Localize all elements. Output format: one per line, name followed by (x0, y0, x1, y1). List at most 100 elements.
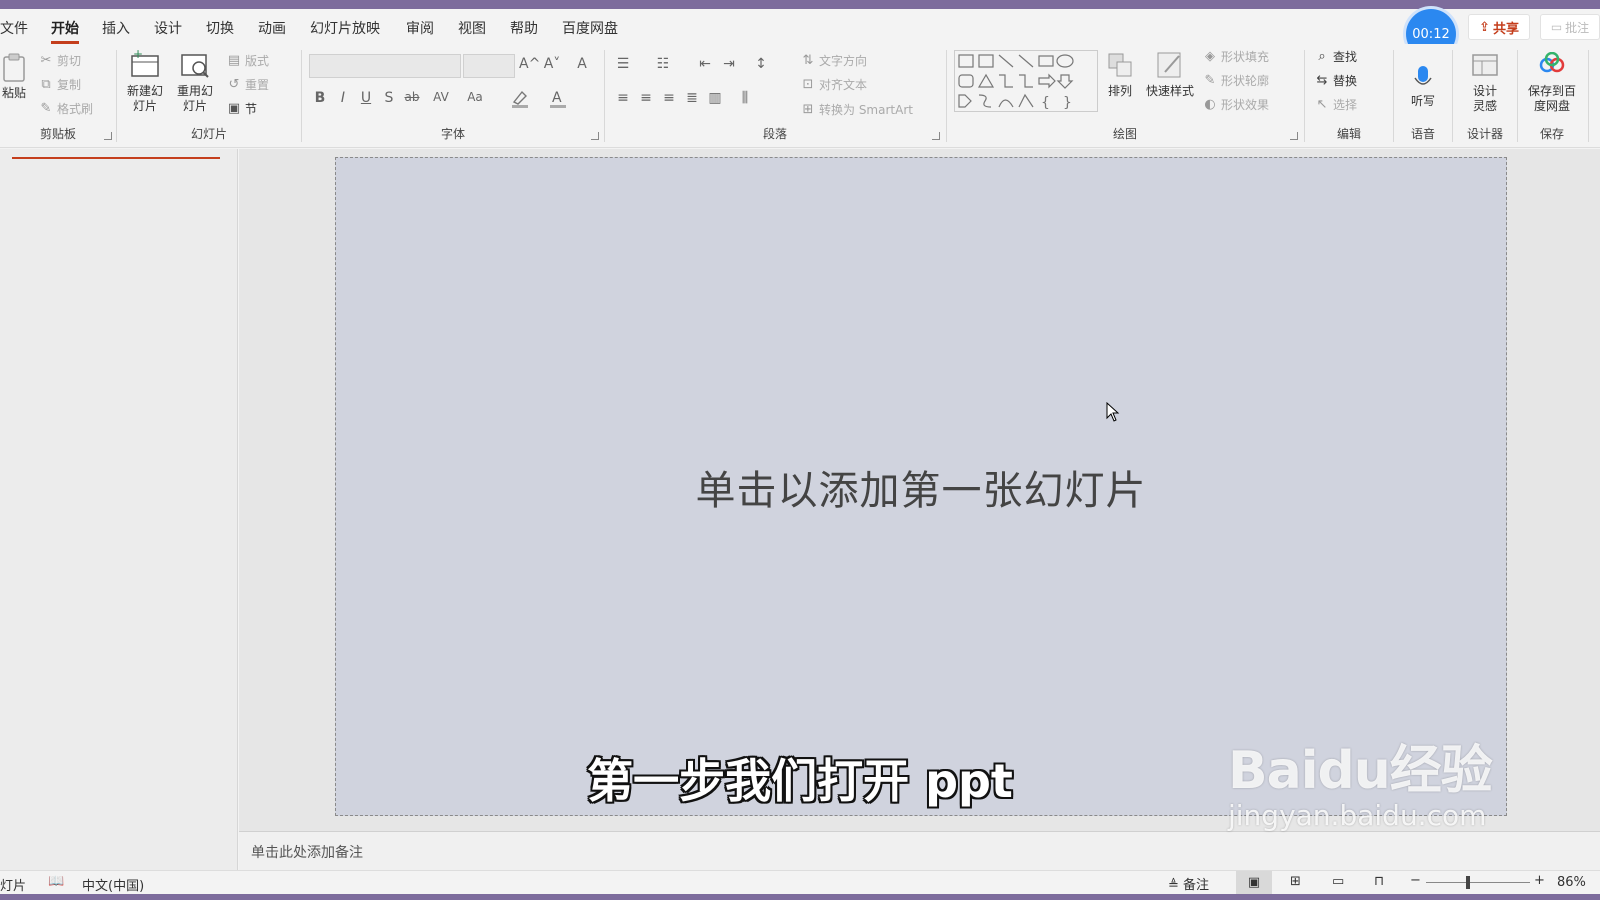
paragraph-launcher-icon[interactable] (932, 132, 940, 140)
justify-icon[interactable]: ≣ (683, 90, 701, 106)
align-center-icon[interactable]: ≡ (637, 90, 655, 106)
slide-sorter-icon[interactable]: ⊞ (1290, 874, 1301, 889)
zoom-slider-thumb[interactable] (1466, 876, 1470, 889)
layout-button[interactable]: ▤ 版式 (226, 52, 269, 69)
language-indicator[interactable]: 中文(中国) (82, 875, 144, 894)
text-direction-button[interactable]: ⇅ 文字方向 (800, 52, 867, 69)
italic-button[interactable]: I (334, 90, 352, 106)
align-text-button[interactable]: ⊡ 对齐文本 (800, 76, 867, 93)
tab-transitions[interactable]: 切换 (206, 18, 234, 38)
slide-count-label: 灯片 (0, 879, 27, 894)
replace-button[interactable]: ⇆ 替换 (1314, 72, 1357, 89)
tab-review[interactable]: 审阅 (406, 18, 434, 38)
quick-styles-button[interactable]: 快速样式 (1142, 48, 1198, 99)
tab-baidu-netdisk[interactable]: 百度网盘 (562, 18, 618, 38)
design-ideas-button[interactable]: 设计灵感 (1462, 48, 1508, 114)
comments-button[interactable]: ▭ 批注 (1540, 14, 1600, 40)
reuse-slides-button[interactable]: 重用幻灯片 (172, 48, 218, 114)
notes-pane[interactable]: 单击此处添加备注 (239, 831, 1600, 870)
zoom-out-icon[interactable]: − (1410, 873, 1421, 888)
new-slide-button[interactable]: + 新建幻灯片 (122, 48, 168, 114)
arrange-button[interactable]: 排列 (1102, 48, 1138, 99)
tab-help[interactable]: 帮助 (510, 18, 538, 38)
font-color-icon[interactable]: A (549, 88, 567, 112)
arrange-label: 排列 (1107, 84, 1132, 98)
align-text-icon: ⊡ (802, 77, 814, 92)
shape-effects-button[interactable]: ◐ 形状效果 (1202, 96, 1269, 113)
group-separator (1588, 50, 1589, 142)
shrink-font-icon[interactable]: A˅ (543, 56, 561, 72)
tab-design[interactable]: 设计 (154, 18, 182, 38)
line-spacing-icon[interactable]: ↕ (752, 56, 770, 72)
shapes-gallery[interactable]: {} (954, 50, 1098, 112)
reset-button[interactable]: ↺ 重置 (226, 76, 269, 93)
reset-label: 重置 (245, 78, 270, 92)
bold-button[interactable]: B (311, 90, 329, 106)
convert-smartart-button[interactable]: ⊞ 转换为 SmartArt (800, 101, 913, 118)
magnifier-icon: ⌕ (1318, 49, 1326, 64)
decrease-indent-icon[interactable]: ⇤ (696, 56, 714, 72)
accessibility-icon[interactable]: 📖 (48, 874, 64, 889)
increase-indent-icon[interactable]: ⇥ (720, 56, 738, 72)
svg-text:{: { (1041, 95, 1050, 111)
tab-animations[interactable]: 动画 (258, 18, 286, 38)
bullets-icon[interactable]: ☰ (614, 56, 632, 72)
font-launcher-icon[interactable] (591, 132, 599, 140)
outline-pen-icon: ✎ (1204, 73, 1216, 88)
clipboard-launcher-icon[interactable] (104, 132, 112, 140)
char-spacing-button[interactable]: AV (429, 90, 453, 104)
change-case-button[interactable]: Aa (463, 90, 487, 104)
share-icon: ⇪ (1479, 19, 1490, 35)
paste-label: 粘贴 (1, 86, 26, 100)
save-to-baidu-button[interactable]: 保存到百度网盘 (1521, 48, 1583, 114)
cut-button[interactable]: ✂ 剪切 (38, 52, 81, 69)
notes-toggle-button[interactable]: ≜ 备注 (1168, 874, 1209, 893)
quick-styles-label: 快速样式 (1145, 84, 1194, 98)
copy-button[interactable]: ⧉ 复制 (38, 76, 81, 93)
font-name-select[interactable] (309, 54, 461, 78)
clear-format-icon[interactable]: A (573, 56, 591, 72)
columns-icon[interactable]: ⫼ (736, 90, 754, 106)
paste-button[interactable]: 粘贴 (0, 50, 28, 101)
slideshow-view-icon[interactable]: ⊓ (1374, 874, 1384, 889)
zoom-in-icon[interactable]: + (1534, 873, 1545, 888)
zoom-level[interactable]: 86% (1557, 875, 1586, 890)
comments-label: 批注 (1565, 20, 1590, 35)
select-button[interactable]: ↖ 选择 (1314, 96, 1357, 113)
drawing-launcher-icon[interactable] (1290, 132, 1298, 140)
distributed-icon[interactable]: ▥ (706, 90, 724, 106)
underline-button[interactable]: U (357, 90, 375, 106)
align-left-icon[interactable]: ≡ (614, 90, 632, 106)
format-painter-button[interactable]: ✎ 格式刷 (38, 100, 93, 117)
font-group-label: 字体 (440, 127, 465, 141)
reading-view-icon[interactable]: ▭ (1332, 874, 1344, 889)
shape-fill-button[interactable]: ◈ 形状填充 (1202, 48, 1269, 65)
highlight-icon[interactable] (511, 88, 529, 112)
tab-insert[interactable]: 插入 (102, 18, 130, 38)
shapes-gallery-icon: {} (958, 54, 1074, 111)
normal-view-icon[interactable]: ▣ (1236, 871, 1272, 894)
share-button[interactable]: ⇪ 共享 (1468, 14, 1530, 40)
zoom-slider[interactable] (1426, 882, 1530, 883)
align-right-icon[interactable]: ≡ (660, 90, 678, 106)
add-first-slide-prompt[interactable]: 单击以添加第一张幻灯片 (336, 458, 1506, 516)
find-button[interactable]: ⌕ 查找 (1314, 48, 1357, 65)
slide-thumbnail-pane[interactable] (0, 149, 238, 870)
font-size-select[interactable] (463, 54, 515, 78)
shape-outline-button[interactable]: ✎ 形状轮廓 (1202, 72, 1269, 89)
tab-view[interactable]: 视图 (458, 18, 486, 38)
grow-font-icon[interactable]: A^ (519, 56, 540, 72)
tab-file[interactable]: 文件 (0, 18, 28, 38)
dictate-button[interactable]: 听写 (1401, 66, 1445, 109)
numbering-icon[interactable]: ☷ (654, 56, 672, 72)
tab-home[interactable]: 开始 (51, 18, 79, 44)
watermark-logo: Baidu经验 (1228, 741, 1493, 801)
group-paragraph: ☰ ☷ ⇤ ⇥ ↕ ≡ ≡ ≡ ≣ ▥ ⫼ ⇅ 文字方向 ⊡ 对齐文本 ⊞ 转换为 S… (606, 44, 944, 148)
shadow-button[interactable]: S (380, 90, 398, 106)
strikethrough-button[interactable]: ab (403, 90, 421, 104)
tab-slideshow[interactable]: 幻灯片放映 (310, 18, 380, 38)
slide-canvas[interactable]: 单击以添加第一张幻灯片 (335, 157, 1507, 816)
smartart-icon: ⊞ (802, 102, 814, 117)
section-button[interactable]: ▣ 节 (226, 100, 257, 117)
window-top-stripe (0, 0, 1600, 9)
